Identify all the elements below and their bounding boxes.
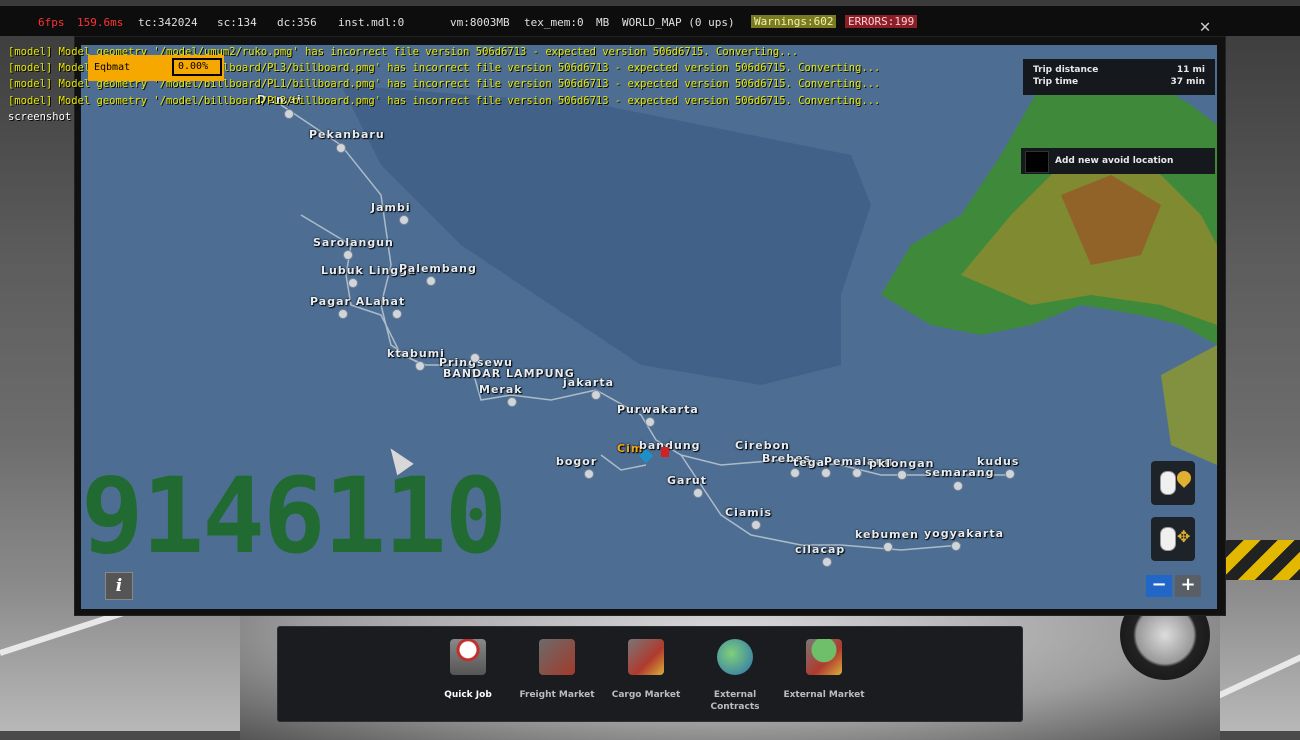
city-label: Palembang xyxy=(399,262,477,275)
errors-badge: ERRORS:199 xyxy=(845,15,918,28)
city-label: Pekanbaru xyxy=(309,128,385,141)
globe-icon xyxy=(717,639,753,675)
debug-bar: 6fps 159.6ms tc:342024 sc:134 dc:356 ins… xyxy=(0,6,1300,36)
quick-job-icon xyxy=(450,639,486,675)
city-marker[interactable] xyxy=(591,390,601,400)
city-marker[interactable] xyxy=(897,470,907,480)
vm-readout: vm:8003MB xyxy=(450,16,510,29)
city-marker[interactable] xyxy=(751,520,761,530)
city-label: Purwakarta xyxy=(617,403,699,416)
trip-time-value: 37 min xyxy=(1170,77,1205,87)
city-label: Sarolangun xyxy=(313,236,394,249)
mouse-icon xyxy=(1160,527,1176,551)
city-marker[interactable] xyxy=(852,468,862,478)
nav-label: Freight Market xyxy=(519,690,595,700)
map-pin-icon xyxy=(1174,468,1194,488)
mode-readout: WORLD_MAP (0 ups) xyxy=(622,16,735,29)
debug-overlay-box: Eqbmat 0.00% xyxy=(88,55,224,81)
city-marker[interactable] xyxy=(821,468,831,478)
city-marker[interactable] xyxy=(399,215,409,225)
city-marker[interactable] xyxy=(392,309,402,319)
nav-quick-job[interactable]: Quick Job xyxy=(426,633,510,717)
city-marker[interactable] xyxy=(415,361,425,371)
overlay-box-value: 0.00% xyxy=(172,58,222,76)
mouse-pan-button[interactable]: ✥ xyxy=(1151,517,1195,561)
city-label: BANDAR LAMPUNG xyxy=(443,367,575,380)
inst-readout: inst.mdl:0 xyxy=(338,16,405,29)
city-label: Cirebon xyxy=(735,439,790,452)
add-avoid-location-button[interactable]: Add new avoid location xyxy=(1021,148,1215,174)
dc-readout: dc:356 xyxy=(277,16,317,29)
warnings-badge: Warnings:602 xyxy=(751,15,837,28)
nav-label: Cargo Market xyxy=(611,690,681,700)
avoid-checkbox[interactable] xyxy=(1025,151,1049,173)
city-label: jakarta xyxy=(563,376,615,389)
info-button[interactable]: i xyxy=(105,572,133,600)
mouse-icon xyxy=(1160,471,1176,495)
city-label: yogyakarta xyxy=(924,527,1005,540)
nav-label: External Market xyxy=(783,690,865,700)
trip-info-panel: Trip distance 11 mi Trip time 37 min xyxy=(1023,59,1215,95)
city-marker[interactable] xyxy=(883,542,893,552)
city-label: Merak xyxy=(479,383,523,396)
mouse-place-marker-button[interactable] xyxy=(1151,461,1195,505)
city-marker[interactable] xyxy=(953,481,963,491)
forklift-icon xyxy=(539,639,575,675)
city-label: cilacap xyxy=(795,543,846,556)
city-marker[interactable] xyxy=(693,488,703,498)
console-last-line: screenshot xyxy=(8,110,72,123)
city-label: Pagar ALahat xyxy=(310,295,406,308)
nav-external-market[interactable]: External Market xyxy=(782,633,866,717)
nav-label: Quick Job xyxy=(444,690,492,700)
city-marker[interactable] xyxy=(822,557,832,567)
fps-readout: 6fps xyxy=(38,16,65,29)
city-marker[interactable] xyxy=(336,143,346,153)
world-map[interactable]: 9146110 Dumai Pekanbaru Jambi Sarolangun… xyxy=(81,45,1217,609)
overlay-box-label: Eqbmat xyxy=(94,62,131,73)
trip-distance-value: 11 mi xyxy=(1176,65,1205,75)
globe-cargo-icon xyxy=(806,639,842,675)
city-marker[interactable] xyxy=(645,417,655,427)
city-marker[interactable] xyxy=(1005,469,1015,479)
cargo-crates-icon xyxy=(628,639,664,675)
city-label: bandung xyxy=(639,439,701,452)
city-marker[interactable] xyxy=(338,309,348,319)
trip-distance-label: Trip distance xyxy=(1033,65,1099,75)
nav-label: External Contracts xyxy=(710,690,760,712)
city-label: semarang xyxy=(925,466,995,479)
city-marker[interactable] xyxy=(343,250,353,260)
move-arrows-icon: ✥ xyxy=(1177,527,1191,546)
overlay-number: 9146110 xyxy=(81,455,507,577)
destination-flag-icon xyxy=(661,447,669,457)
close-icon[interactable]: ✕ xyxy=(1196,18,1214,36)
city-marker[interactable] xyxy=(584,469,594,479)
tc-readout: tc:342024 xyxy=(138,16,198,29)
sc-readout: sc:134 xyxy=(217,16,257,29)
city-label: Jambi xyxy=(371,201,411,214)
city-marker[interactable] xyxy=(348,278,358,288)
nav-external-contracts[interactable]: External Contracts xyxy=(693,633,777,717)
nav-freight-market[interactable]: Freight Market xyxy=(515,633,599,717)
city-marker[interactable] xyxy=(470,353,480,363)
city-marker[interactable] xyxy=(951,541,961,551)
city-label: kebumen xyxy=(855,528,919,541)
city-label: Garut xyxy=(667,474,707,487)
avoid-label: Add new avoid location xyxy=(1055,156,1174,166)
city-marker[interactable] xyxy=(426,276,436,286)
city-marker[interactable] xyxy=(790,468,800,478)
frame-time-readout: 159.6ms xyxy=(77,16,124,29)
city-label: bogor xyxy=(556,455,598,468)
city-marker[interactable] xyxy=(507,397,517,407)
city-label: Ciamis xyxy=(725,506,773,519)
trip-time-label: Trip time xyxy=(1033,77,1079,87)
job-market-nav: Quick Job Freight Market Cargo Market Ex… xyxy=(277,626,1023,722)
tex-mem-readout: tex_mem:0 xyxy=(524,16,584,29)
mb-readout: MB xyxy=(596,16,610,29)
zoom-in-button[interactable]: + xyxy=(1175,575,1201,597)
nav-cargo-market[interactable]: Cargo Market xyxy=(604,633,688,717)
console-line: [model] Model geometry '/model/billboard… xyxy=(8,94,881,107)
zoom-out-button[interactable]: − xyxy=(1146,575,1172,597)
city-label: ktabumi xyxy=(387,347,445,360)
